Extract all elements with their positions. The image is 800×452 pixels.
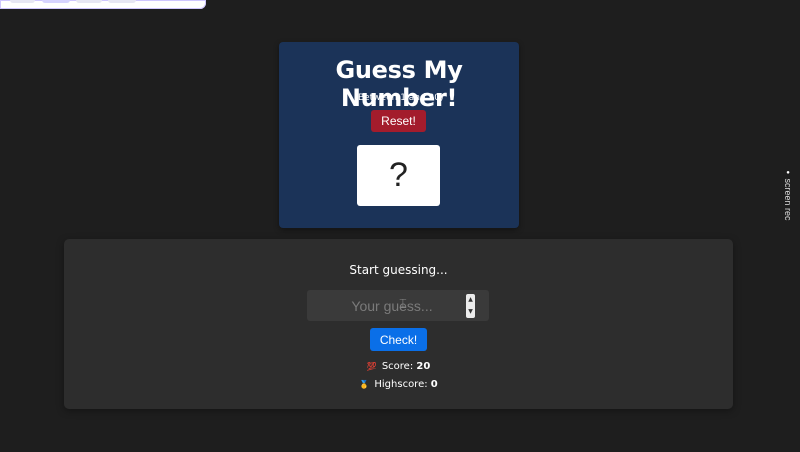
header-card: Guess My Number! (Between 1 and 20) Rese… xyxy=(279,42,519,228)
score-label: Score: xyxy=(381,361,414,372)
highscore-label: Highscore: xyxy=(374,379,428,390)
stepper-down-icon[interactable]: ▼ xyxy=(468,306,473,318)
score-icon: 💯 xyxy=(366,362,377,371)
reset-button[interactable]: Reset! xyxy=(371,110,426,132)
overlay-chip xyxy=(76,0,102,3)
highscore-row: 🥇 Highscore: 0 xyxy=(64,379,733,390)
screen-rec-label: ● screen rec xyxy=(783,170,793,221)
score-row: 💯 Score: 20 xyxy=(64,361,733,372)
stepper-up-icon[interactable]: ▲ xyxy=(468,294,473,306)
text-cursor-icon: ⌶ xyxy=(399,297,407,312)
range-hint: (Between 1 and 20) xyxy=(354,93,444,103)
page-title: Guess My Number! xyxy=(335,56,463,112)
score-value: 20 xyxy=(416,361,431,372)
overlay-chip xyxy=(42,0,70,3)
highscore-value: 0 xyxy=(430,379,438,390)
record-dot-icon: ● xyxy=(785,170,791,176)
game-panel: Start guessing... ▲ ▼ ⌶ Check! 💯 Score: … xyxy=(64,239,733,409)
overlay-chip xyxy=(10,0,35,3)
guess-stepper[interactable]: ▲ ▼ xyxy=(466,294,475,318)
highscore-icon: 🥇 xyxy=(359,380,370,389)
check-button[interactable]: Check! xyxy=(370,328,427,351)
guess-input-wrapper: ▲ ▼ ⌶ xyxy=(307,290,489,321)
guess-message: Start guessing... xyxy=(349,263,448,277)
screen-rec-indicator[interactable]: ● screen rec xyxy=(781,170,795,230)
overlay-chip xyxy=(108,0,136,3)
top-overlay-strip xyxy=(0,0,206,9)
secret-number-display: ? xyxy=(357,145,440,206)
guess-input[interactable] xyxy=(307,290,467,321)
